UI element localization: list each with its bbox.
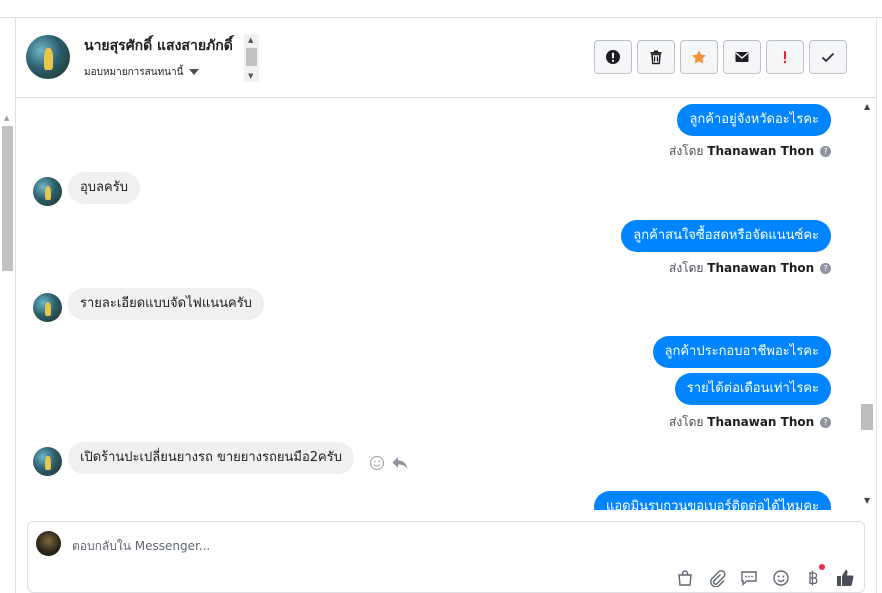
sender-name: Thanawan Thon (707, 415, 815, 429)
saved-reply-icon[interactable] (738, 567, 760, 589)
outgoing-message[interactable]: ลูกค้าสนใจซื้อสดหรือจัดแนนซ์คะ (621, 220, 831, 252)
follow-up-button[interactable] (766, 40, 804, 74)
like-icon[interactable] (834, 567, 856, 589)
incoming-message[interactable]: อุบลครับ (68, 172, 140, 204)
scrollbar-thumb[interactable] (2, 126, 13, 271)
incoming-message[interactable]: เปิดร้านปะเปลี่ยนยางรถ ขายยางรถยนมือ2ครั… (68, 442, 354, 474)
messenger-conversation-panel: ▲ นายสุรศักดิ์ แสงสายภักดิ์ มอบหมายการสน… (0, 0, 882, 593)
message-hover-tools (369, 455, 409, 471)
delete-button[interactable] (637, 40, 675, 74)
mark-done-button[interactable] (809, 40, 847, 74)
scroll-up-arrow-icon[interactable]: ▲ (248, 36, 253, 44)
exclamation-circle-icon (606, 50, 620, 64)
sender-name: Thanawan Thon (707, 261, 815, 275)
scroll-up-arrow-icon[interactable]: ▲ (864, 102, 870, 111)
trash-icon (650, 50, 662, 65)
scroll-down-arrow-icon[interactable]: ▼ (248, 72, 253, 80)
top-bar (0, 0, 882, 18)
sent-by-label: ส่งโดย Thanawan Thon ? (669, 259, 831, 278)
notification-dot (819, 564, 825, 570)
sent-by-prefix: ส่งโดย (669, 144, 704, 158)
incoming-message[interactable]: รายละเอียดแบบจัดไฟแนนครับ (68, 288, 264, 320)
help-icon[interactable]: ? (820, 263, 831, 274)
outgoing-message[interactable]: แอดมินรบกวนขอเบอร์ติดต่อได้ไหมคะ (593, 491, 831, 510)
contact-avatar[interactable] (33, 447, 62, 476)
scroll-up-arrow-icon[interactable]: ▲ (4, 114, 9, 122)
scrollbar-thumb[interactable] (246, 48, 257, 66)
sender-name: Thanawan Thon (707, 144, 815, 158)
reply-composer[interactable]: ตอบกลับใน Messenger... (27, 521, 865, 593)
help-icon[interactable]: ? (820, 146, 831, 157)
baht-payment-icon[interactable] (802, 564, 825, 589)
composer-tools (674, 564, 856, 589)
emoji-icon[interactable] (770, 567, 792, 589)
right-edge (876, 18, 882, 593)
page-avatar (36, 531, 61, 556)
scrollbar-thumb[interactable] (861, 404, 873, 430)
attachment-icon[interactable] (706, 567, 728, 589)
assign-label: มอบหมายการสนทนานี้ (84, 67, 184, 78)
conversation-header: นายสุรศักดิ์ แสงสายภักดิ์ มอบหมายการสนทน… (16, 18, 876, 98)
assign-conversation-dropdown[interactable]: มอบหมายการสนทนานี้ (84, 65, 200, 80)
outgoing-message[interactable]: รายได้ต่อเดือนเท่าไรคะ (674, 373, 831, 405)
help-icon[interactable]: ? (820, 417, 831, 428)
conversation-actions (594, 40, 847, 74)
sent-by-prefix: ส่งโดย (669, 261, 704, 275)
sent-by-label: ส่งโดย Thanawan Thon ? (669, 142, 831, 161)
outgoing-message[interactable]: ลูกค้าประกอบอาชีพอะไรคะ (652, 336, 831, 368)
contact-avatar[interactable] (26, 35, 70, 79)
check-icon (821, 52, 835, 63)
name-scrollbar[interactable]: ▲ ▼ (244, 34, 259, 82)
contact-name[interactable]: นายสุรศักดิ์ แสงสายภักดิ์ (84, 35, 242, 57)
contact-avatar[interactable] (33, 177, 62, 206)
reply-icon[interactable] (391, 455, 409, 471)
star-button[interactable] (680, 40, 718, 74)
message-thread: ลูกค้าอยู่จังหวัดอะไรคะ ส่งโดย Thanawan … (16, 98, 860, 510)
contact-avatar[interactable] (33, 293, 62, 322)
exclamation-icon (783, 51, 787, 64)
caret-down-icon (189, 69, 200, 75)
envelope-icon (735, 52, 749, 62)
star-icon (692, 50, 706, 64)
report-button[interactable] (594, 40, 632, 74)
thread-scrollbar[interactable]: ▲ ▼ (860, 98, 876, 510)
shop-bag-icon[interactable] (674, 567, 696, 589)
sent-by-label: ส่งโดย Thanawan Thon ? (669, 413, 831, 432)
sent-by-prefix: ส่งโดย (669, 415, 704, 429)
left-scrollbar[interactable]: ▲ (0, 18, 16, 593)
mark-unread-button[interactable] (723, 40, 761, 74)
scroll-down-arrow-icon[interactable]: ▼ (864, 496, 870, 505)
outgoing-message[interactable]: ลูกค้าอยู่จังหวัดอะไรคะ (677, 104, 831, 136)
reply-input[interactable]: ตอบกลับใน Messenger... (72, 537, 210, 556)
smiley-icon[interactable] (369, 455, 385, 471)
